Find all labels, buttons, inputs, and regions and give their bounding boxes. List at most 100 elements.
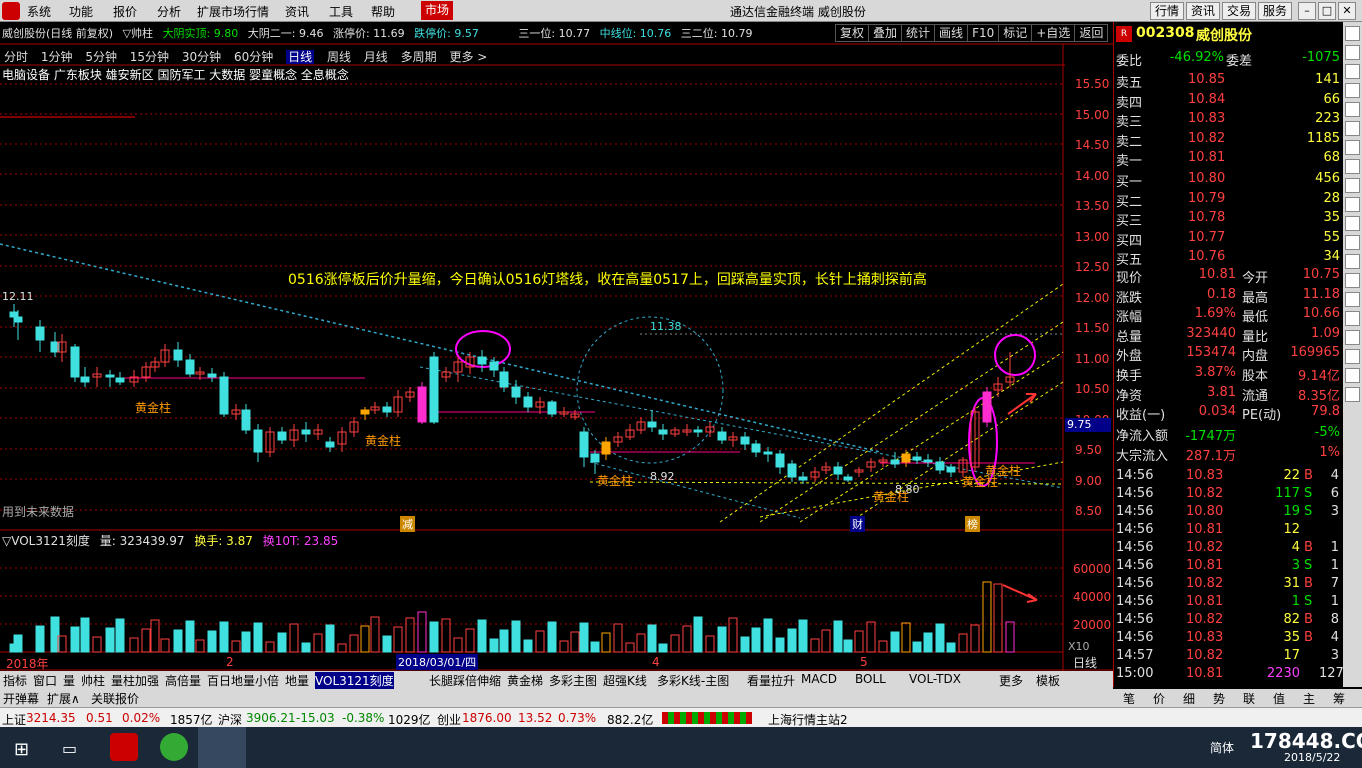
golden-label-4: 黄金柱 xyxy=(873,490,910,504)
period-week[interactable]: 周线 xyxy=(327,50,351,64)
period-15min[interactable]: 15分钟 xyxy=(130,50,169,64)
tool-mark[interactable]: 标记 xyxy=(998,24,1033,42)
btn-trade[interactable]: 交易 xyxy=(1222,2,1257,20)
vol-title[interactable]: ▽VOL3121刻度 xyxy=(2,534,90,548)
toolbar-icon[interactable] xyxy=(1345,311,1360,326)
menu-function[interactable]: 功能 xyxy=(69,3,93,20)
side-tab[interactable]: 主 xyxy=(1303,690,1315,707)
toolbar-icon[interactable] xyxy=(1345,140,1360,155)
toolbar-icon[interactable] xyxy=(1345,349,1360,364)
indicator-tab[interactable]: 指标 xyxy=(3,672,27,689)
indicator-tab[interactable]: 看量拉升 xyxy=(747,672,795,689)
indicator-tab[interactable]: 高倍量 xyxy=(165,672,201,689)
toolbar-icon[interactable] xyxy=(1345,26,1360,41)
period-5min[interactable]: 5分钟 xyxy=(85,50,117,64)
toolbar-icon[interactable] xyxy=(1345,368,1360,383)
toolbar-icon[interactable] xyxy=(1345,45,1360,60)
maximize-icon[interactable]: □ xyxy=(1318,2,1336,20)
extra-tab[interactable]: 开弹幕 xyxy=(3,690,39,707)
marker-bang[interactable]: 榜 xyxy=(965,516,980,532)
side-tab[interactable]: 价 xyxy=(1153,690,1165,707)
indicator-tab[interactable]: MACD xyxy=(801,672,837,686)
tool-f10[interactable]: F10 xyxy=(967,24,1000,42)
indicator-tab[interactable]: 窗口 xyxy=(33,672,57,689)
task-view-icon[interactable]: ▭ xyxy=(62,739,77,758)
period-fenshi[interactable]: 分时 xyxy=(4,50,28,64)
menu-system[interactable]: 系统 xyxy=(27,3,51,20)
chart-area[interactable]: 威创股份(日线 前复权) ▽帅柱 大阴实顶: 9.80 大阴二一: 9.46 涨… xyxy=(0,22,1113,687)
menu-help[interactable]: 帮助 xyxy=(371,3,395,20)
tool-overlay[interactable]: 叠加 xyxy=(868,24,903,42)
indicator-tab[interactable]: 地量 xyxy=(285,672,309,689)
marker-cai[interactable]: 财 xyxy=(850,516,865,532)
menu-news[interactable]: 资讯 xyxy=(285,3,309,20)
menu-tools[interactable]: 工具 xyxy=(329,3,353,20)
indicator-name[interactable]: ▽帅柱 xyxy=(123,27,153,40)
side-tab[interactable]: 筹 xyxy=(1333,690,1345,707)
toolbar-icon[interactable] xyxy=(1345,387,1360,402)
indicator-tab[interactable]: 帅柱 xyxy=(81,672,105,689)
indicator-tab[interactable]: VOL-TDX xyxy=(909,672,961,686)
close-icon[interactable]: ✕ xyxy=(1338,2,1356,20)
period-30min[interactable]: 30分钟 xyxy=(182,50,221,64)
toolbar-icon[interactable] xyxy=(1345,159,1360,174)
toolbar-icon[interactable] xyxy=(1345,197,1360,212)
indicator-tab[interactable]: 黄金梯 xyxy=(507,672,543,689)
toolbar-icon[interactable] xyxy=(1345,254,1360,269)
tool-stats[interactable]: 统计 xyxy=(901,24,936,42)
indicator-tab[interactable]: 量柱加强 xyxy=(111,672,159,689)
period-month[interactable]: 月线 xyxy=(364,50,388,64)
tool-fuquan[interactable]: 复权 xyxy=(835,24,870,42)
indicator-tab[interactable]: 多彩K线-主图 xyxy=(657,672,729,689)
minimize-icon[interactable]: – xyxy=(1298,2,1316,20)
side-tab[interactable]: 细 xyxy=(1183,690,1195,707)
menu-extended-market[interactable]: 扩展市场行情 xyxy=(197,3,269,20)
toolbar-icon[interactable] xyxy=(1345,292,1360,307)
station-name[interactable]: 上海行情主站2 xyxy=(768,711,848,728)
marker-jian[interactable]: 减 xyxy=(400,516,415,532)
indicator-tab[interactable]: 超强K线 xyxy=(603,672,647,689)
period-60min[interactable]: 60分钟 xyxy=(234,50,273,64)
app-active-icon[interactable] xyxy=(198,727,246,768)
side-tab[interactable]: 联 xyxy=(1243,690,1255,707)
side-tab[interactable]: 势 xyxy=(1213,690,1225,707)
menu-market[interactable]: 市场 xyxy=(421,1,454,20)
toolbar-icon[interactable] xyxy=(1345,216,1360,231)
indicator-tab[interactable]: 量 xyxy=(63,672,75,689)
btn-service[interactable]: 服务 xyxy=(1258,2,1293,20)
tool-add-favorite[interactable]: +自选 xyxy=(1031,24,1076,42)
extra-tab[interactable]: 扩展∧ xyxy=(47,690,80,707)
toolbar-icon[interactable] xyxy=(1345,330,1360,345)
extra-tab[interactable]: 关联报价 xyxy=(91,690,139,707)
period-multi[interactable]: 多周期 xyxy=(401,50,437,64)
ime-indicator[interactable]: 简体 xyxy=(1210,739,1234,756)
indicator-tab[interactable]: BOLL xyxy=(855,672,886,686)
toolbar-icon[interactable] xyxy=(1345,121,1360,136)
toolbar-icon[interactable] xyxy=(1345,235,1360,250)
btn-news[interactable]: 资讯 xyxy=(1186,2,1221,20)
app-browser-icon[interactable] xyxy=(160,733,188,761)
indicator-tab[interactable]: 更多 xyxy=(999,672,1023,689)
indicator-tab[interactable]: VOL3121刻度 xyxy=(315,672,394,689)
indicator-tab[interactable]: 多彩主图 xyxy=(549,672,597,689)
app-tdx-icon[interactable] xyxy=(110,733,138,761)
indicator-tab[interactable]: 百日地量小倍 xyxy=(207,672,279,689)
windows-start-icon[interactable]: ⊞ xyxy=(14,739,29,760)
toolbar-icon[interactable] xyxy=(1345,64,1360,79)
side-tab[interactable]: 笔 xyxy=(1123,690,1135,707)
period-more[interactable]: 更多 > xyxy=(449,50,487,64)
menu-quote[interactable]: 报价 xyxy=(113,3,137,20)
toolbar-icon[interactable] xyxy=(1345,102,1360,117)
btn-quote[interactable]: 行情 xyxy=(1150,2,1185,20)
tool-back[interactable]: 返回 xyxy=(1074,24,1109,42)
indicator-tab[interactable]: 长腿踩倍伸缩 xyxy=(429,672,501,689)
period-day[interactable]: 日线 xyxy=(286,50,315,64)
toolbar-icon[interactable] xyxy=(1345,273,1360,288)
toolbar-icon[interactable] xyxy=(1345,178,1360,193)
tool-draw[interactable]: 画线 xyxy=(934,24,969,42)
period-1min[interactable]: 1分钟 xyxy=(41,50,73,64)
toolbar-icon[interactable] xyxy=(1345,83,1360,98)
menu-analysis[interactable]: 分析 xyxy=(157,3,181,20)
side-tab[interactable]: 值 xyxy=(1273,690,1285,707)
indicator-tab[interactable]: 模板 xyxy=(1036,672,1060,689)
